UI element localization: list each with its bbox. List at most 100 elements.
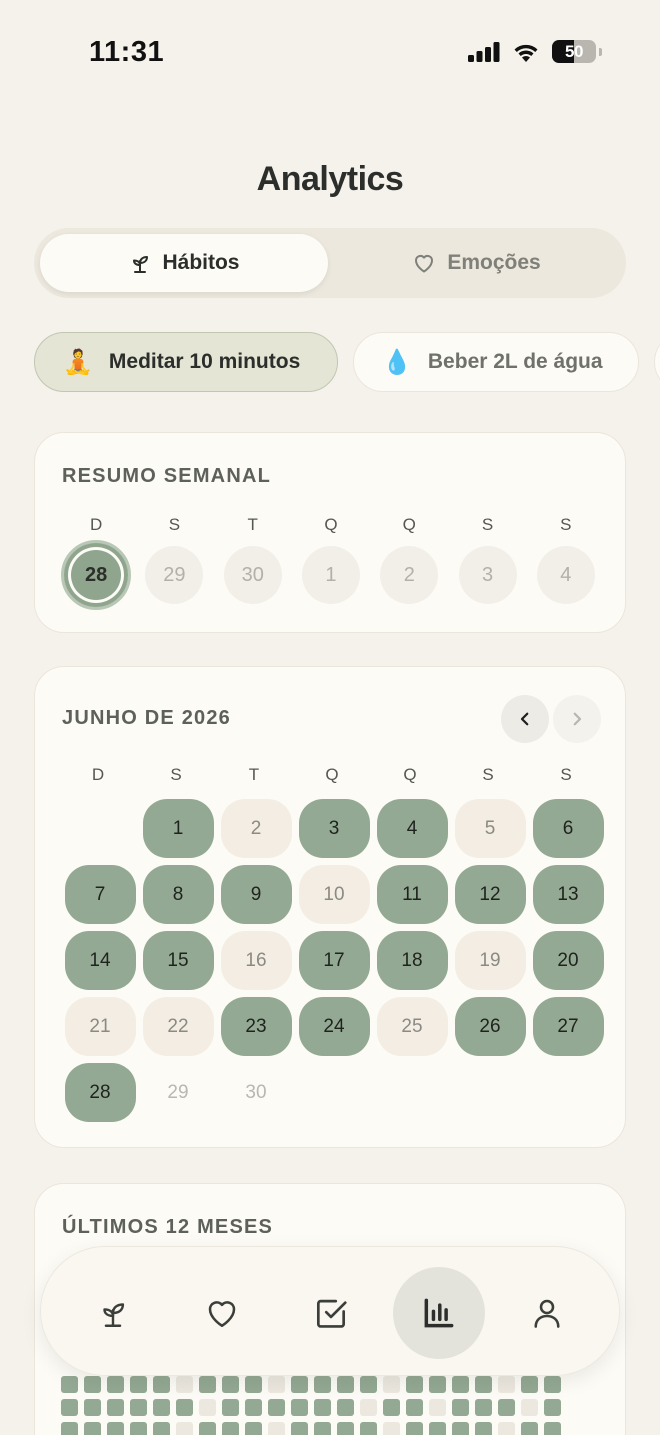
heatmap-cell: [452, 1376, 469, 1393]
heatmap-cell: [268, 1422, 285, 1435]
habit-chip-meditate[interactable]: 🧘 Meditar 10 minutos: [34, 332, 338, 392]
calendar-day[interactable]: 14: [61, 931, 139, 990]
habit-chip-label: Meditar 10 minutos: [108, 350, 301, 373]
calendar-day[interactable]: 19: [451, 931, 529, 990]
heatmap-cell: [314, 1376, 331, 1393]
calendar-day[interactable]: 8: [139, 865, 217, 924]
calendar-day[interactable]: 22: [139, 997, 217, 1056]
calendar-day[interactable]: 25: [373, 997, 451, 1056]
weekday-header: D: [91, 765, 105, 784]
calendar-day[interactable]: 4: [373, 799, 451, 858]
heatmap-cell: [521, 1422, 538, 1435]
heatmap-cell: [383, 1399, 400, 1416]
calendar-day[interactable]: 18: [373, 931, 451, 990]
calendar-day[interactable]: 16: [217, 931, 295, 990]
calendar-day[interactable]: 26: [451, 997, 529, 1056]
heatmap-cell: [498, 1422, 515, 1435]
calendar-day[interactable]: 12: [451, 865, 529, 924]
heatmap-cell: [222, 1422, 239, 1435]
calendar-day[interactable]: 11: [373, 865, 451, 924]
calendar-day[interactable]: 1: [139, 799, 217, 858]
heatmap-cell: [245, 1422, 262, 1435]
habit-chip-water[interactable]: 💧 Beber 2L de água: [353, 332, 639, 392]
week-day[interactable]: 2: [370, 546, 448, 610]
calendar-day[interactable]: 30: [217, 1063, 295, 1122]
heatmap-cell: [360, 1422, 377, 1435]
heatmap-cell: [498, 1399, 515, 1416]
heart-icon: [415, 254, 434, 273]
heatmap-cell: [475, 1399, 492, 1416]
week-day[interactable]: 29: [135, 546, 213, 610]
page-title: Analytics: [256, 160, 404, 198]
heatmap-cell: [107, 1422, 124, 1435]
calendar-day-number: 24: [298, 997, 370, 1056]
week-day-number: 2: [380, 546, 439, 604]
calendar-day-number: 14: [64, 931, 136, 990]
calendar-day[interactable]: 13: [529, 865, 607, 924]
heatmap-cell: [337, 1422, 354, 1435]
calendar-day[interactable]: 3: [295, 799, 373, 858]
sprout-icon: [133, 256, 149, 273]
calendar-day-number: 7: [64, 865, 136, 924]
heatmap-cell: [544, 1422, 561, 1435]
calendar-day[interactable]: 2: [217, 799, 295, 858]
habit-chips: 🧘 Meditar 10 minutos 💧 Beber 2L de água: [34, 332, 660, 392]
week-day-number: 1: [301, 546, 360, 604]
calendar-day-number: 20: [532, 931, 604, 990]
nav-tasks[interactable]: [285, 1267, 377, 1359]
next-month-button[interactable]: [553, 695, 601, 743]
tab-habits[interactable]: Hábitos: [40, 234, 328, 292]
heatmap-cell: [360, 1376, 377, 1393]
segmented-control: Hábitos Emoções: [34, 228, 626, 298]
calendar-day[interactable]: 10: [295, 865, 373, 924]
calendar-day[interactable]: 20: [529, 931, 607, 990]
calendar-day[interactable]: 27: [529, 997, 607, 1056]
nav-analytics[interactable]: [393, 1267, 485, 1359]
nav-emotions[interactable]: [176, 1267, 268, 1359]
previous-month-button[interactable]: [501, 695, 549, 743]
calendar-day[interactable]: 23: [217, 997, 295, 1056]
nav-profile[interactable]: [501, 1267, 593, 1359]
calendar-day[interactable]: 6: [529, 799, 607, 858]
week-day[interactable]: 1: [292, 546, 370, 610]
calendar-day-number: 27: [532, 997, 604, 1056]
yearly-title: ÚLTIMOS 12 MESES: [62, 1216, 274, 1238]
nav-habits[interactable]: [67, 1267, 159, 1359]
heatmap-cell: [475, 1422, 492, 1435]
calendar-day[interactable]: 17: [295, 931, 373, 990]
signal-icon: [468, 41, 500, 62]
calendar-day[interactable]: 7: [61, 865, 139, 924]
calendar-day-number: 4: [376, 799, 448, 858]
week-days: 28 29 30 1 2 3 4: [57, 540, 605, 610]
tab-emotions[interactable]: Emoções: [332, 234, 620, 292]
calendar-day[interactable]: 21: [61, 997, 139, 1056]
water-drop-icon: 💧: [382, 348, 412, 376]
calendar-day[interactable]: 5: [451, 799, 529, 858]
heatmap-cell: [429, 1376, 446, 1393]
weekday-header: Q: [325, 765, 339, 784]
calendar-day-number: 30: [245, 1081, 267, 1103]
calendar-day-number: 6: [532, 799, 604, 858]
calendar-day[interactable]: 9: [217, 865, 295, 924]
heatmap-cell: [199, 1422, 216, 1435]
habit-chip-more[interactable]: [654, 332, 660, 392]
week-day[interactable]: 4: [527, 546, 605, 610]
calendar-day[interactable]: 15: [139, 931, 217, 990]
week-day[interactable]: 3: [448, 546, 526, 610]
heatmap-cell: [360, 1399, 377, 1416]
week-day[interactable]: 28: [57, 540, 135, 610]
heatmap-cell: [199, 1376, 216, 1393]
heatmap-cell: [153, 1399, 170, 1416]
heatmap-cell: [314, 1422, 331, 1435]
calendar-day[interactable]: 29: [139, 1063, 217, 1122]
calendar-day[interactable]: 24: [295, 997, 373, 1056]
calendar-day-number: 2: [220, 799, 292, 858]
weekday-header: S: [170, 765, 182, 784]
week-day[interactable]: 30: [214, 546, 292, 610]
heatmap-cell: [107, 1376, 124, 1393]
calendar-day-number: 25: [376, 997, 448, 1056]
heatmap-cell: [199, 1399, 216, 1416]
heatmap-cell: [222, 1376, 239, 1393]
calendar-day[interactable]: 28: [61, 1063, 139, 1122]
heatmap-cell: [337, 1399, 354, 1416]
